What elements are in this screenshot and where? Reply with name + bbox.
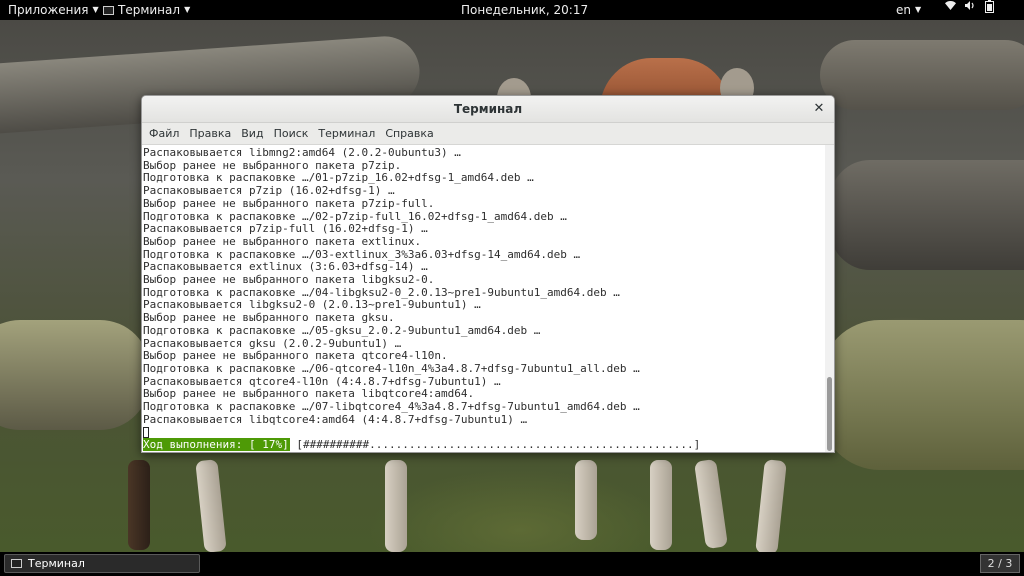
wallpaper-deer-leg: [693, 458, 729, 550]
terminal-line: Выбор ранее не выбранного пакета libgksu…: [143, 273, 435, 287]
keyboard-layout-indicator[interactable]: en ▼: [896, 0, 921, 20]
wallpaper-log: [820, 320, 1024, 470]
taskbar-window-button[interactable]: Терминал: [4, 554, 200, 573]
terminal-line: Распаковывается libmng2:amd64 (2.0.2-0ub…: [143, 146, 461, 159]
terminal-line: Распаковывается libqtcore4:amd64 (4:4.8.…: [143, 412, 528, 426]
window-titlebar[interactable]: Терминал ✕: [142, 96, 834, 123]
menu-item[interactable]: Правка: [189, 123, 231, 144]
wifi-icon[interactable]: [944, 0, 957, 11]
scrollbar[interactable]: [825, 145, 834, 452]
terminal-cursor: [143, 427, 149, 439]
menu-bar: Файл Правка Вид Поиск Терминал Справка: [142, 123, 834, 145]
menu-item[interactable]: Файл: [149, 123, 179, 144]
menu-item[interactable]: Терминал: [318, 123, 375, 144]
wallpaper-log: [0, 320, 150, 430]
chevron-down-icon: ▼: [92, 5, 99, 14]
applications-menu[interactable]: Приложения ▼: [8, 0, 99, 20]
terminal-line: Подготовка к распаковке …/05-gksu_2.0.2-…: [143, 323, 541, 337]
install-progress-bar: [##########.............................…: [289, 438, 701, 452]
install-progress-label: Ход выполнения: [ 17%]: [143, 438, 290, 452]
terminal-text: Распаковывается libmng2:amd64 (2.0.2-0ub…: [143, 146, 824, 452]
wallpaper-deer-leg: [195, 459, 227, 552]
clock[interactable]: Понедельник, 20:17: [461, 0, 588, 20]
terminal-output[interactable]: Распаковывается libmng2:amd64 (2.0.2-0ub…: [142, 145, 834, 452]
terminal-line: Подготовка к распаковке …/07-libqtcore4_…: [143, 400, 640, 414]
terminal-line: Выбор ранее не выбранного пакета p7zip-f…: [143, 196, 435, 210]
active-app-menu[interactable]: Терминал ▼: [103, 0, 190, 20]
wallpaper-deer-leg: [385, 460, 407, 552]
terminal-icon: [103, 5, 114, 15]
terminal-line: Подготовка к распаковке …/06-qtcore4-l10…: [143, 361, 640, 375]
menu-item[interactable]: Поиск: [274, 123, 309, 144]
clock-label: Понедельник, 20:17: [461, 3, 589, 17]
wallpaper-deer-leg: [575, 460, 597, 540]
install-progress-line: Ход выполнения: [ 17%] [##########......…: [143, 438, 824, 452]
chevron-down-icon: ▼: [915, 5, 922, 14]
menu-item[interactable]: Справка: [385, 123, 433, 144]
top-bar: Приложения ▼ Терминал ▼ Понедельник, 20:…: [0, 0, 1024, 20]
terminal-line: Выбор ранее не выбранного пакета gksu.: [143, 311, 395, 325]
close-icon[interactable]: ✕: [812, 96, 826, 122]
battery-icon[interactable]: [985, 0, 994, 13]
wallpaper-log: [820, 40, 1024, 110]
language-label: en: [896, 3, 911, 17]
terminal-line: Выбор ранее не выбранного пакета extlinu…: [143, 234, 422, 248]
menu-item[interactable]: Вид: [241, 123, 263, 144]
applications-menu-label: Приложения: [8, 3, 89, 17]
wallpaper-deer-leg: [650, 460, 672, 550]
volume-icon[interactable]: [964, 0, 976, 11]
wallpaper-deer-leg: [128, 460, 150, 550]
window-title: Терминал: [453, 102, 523, 116]
wallpaper-deer-leg: [755, 459, 787, 552]
terminal-line: Распаковывается p7zip (16.02+dfsg-1) …: [143, 184, 395, 198]
taskbar-window-label: Терминал: [28, 557, 85, 570]
bottom-bar: Терминал 2 / 3: [0, 552, 1024, 576]
scrollbar-thumb[interactable]: [827, 377, 832, 451]
wallpaper-log: [830, 160, 1024, 270]
active-app-label: Терминал: [118, 3, 181, 17]
terminal-window: Терминал ✕ Файл Правка Вид Поиск Терминал Спр…: [141, 95, 835, 453]
chevron-down-icon: ▼: [184, 5, 191, 14]
terminal-icon: [11, 559, 22, 568]
workspace-indicator[interactable]: 2 / 3: [980, 554, 1020, 573]
